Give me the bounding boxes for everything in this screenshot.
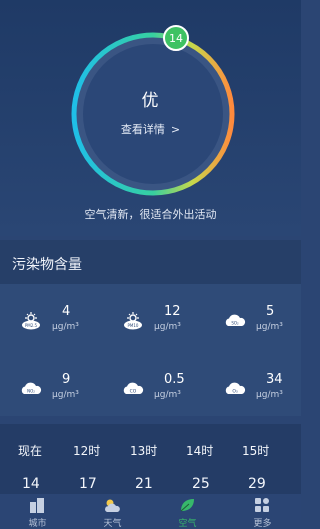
pollutant-pm10[interactable]: PM10 12 μg/m³ xyxy=(102,302,202,342)
pm10-value: 12 xyxy=(164,304,181,319)
tab-air-label: 空气 xyxy=(178,519,197,529)
chevron-right-icon: > xyxy=(170,123,181,136)
pollutant-card: 污染物含量 PM2.5 4 μg/m³ PM10 12 μg/m³ SO₂ 5 … xyxy=(0,240,301,416)
so2-icon: SO₂ xyxy=(225,314,246,326)
svg-text:NO₂: NO₂ xyxy=(27,389,35,394)
so2-unit: μg/m³ xyxy=(256,322,283,332)
so2-value: 5 xyxy=(266,304,275,319)
svg-text:PM10: PM10 xyxy=(128,323,139,328)
pm10-icon: PM10 xyxy=(124,312,142,330)
o3-value: 34 xyxy=(266,372,283,387)
tab-air[interactable]: 空气 xyxy=(150,494,225,529)
hour-aqi-value: 14 xyxy=(22,476,40,492)
view-details-link[interactable]: 查看详情 > xyxy=(0,121,301,137)
tab-city-label: 城市 xyxy=(28,519,47,529)
view-details-label: 查看详情 xyxy=(120,123,165,136)
no2-value: 9 xyxy=(62,372,71,387)
co-value: 0.5 xyxy=(164,372,185,387)
hour-label: 15时 xyxy=(242,444,270,458)
pollutant-o3[interactable]: O₃ 34 μg/m³ xyxy=(204,370,304,410)
weather-icon xyxy=(105,499,120,512)
aqi-header: 14 优 查看详情 > 空气清新，很适合外出活动 xyxy=(0,0,301,236)
tab-weather-label: 天气 xyxy=(103,519,122,529)
aqi-level: 优 xyxy=(141,91,160,111)
svg-text:O₃: O₃ xyxy=(232,389,238,395)
city-icon xyxy=(30,498,44,513)
bottom-tab-bar: 城市 天气 空气 更多 xyxy=(0,494,301,529)
hour-aqi-value: 21 xyxy=(135,476,153,492)
svg-text:PM2.5: PM2.5 xyxy=(25,323,38,328)
pm25-value: 4 xyxy=(62,304,71,319)
co-unit: μg/m³ xyxy=(154,390,181,400)
hour-label: 13时 xyxy=(130,444,158,458)
no2-unit: μg/m³ xyxy=(52,390,79,400)
co-icon: CO xyxy=(123,382,144,395)
pollutant-card-header: 污染物含量 xyxy=(0,240,301,284)
pollutant-pm25[interactable]: PM2.5 4 μg/m³ xyxy=(0,302,100,342)
o3-icon: O₃ xyxy=(225,382,246,395)
svg-text:SO₂: SO₂ xyxy=(231,321,239,326)
hourly-forecast[interactable]: 现在 12时 13时 14时 15时 14 17 21 25 29 xyxy=(0,424,301,494)
aqi-gauge xyxy=(71,32,235,196)
pollutant-co[interactable]: CO 0.5 μg/m³ xyxy=(102,370,202,410)
no2-icon: NO₂ xyxy=(21,382,42,394)
pollutant-so2[interactable]: SO₂ 5 μg/m³ xyxy=(204,302,304,342)
air-quality-tip: 空气清新，很适合外出活动 xyxy=(84,208,217,221)
tab-weather[interactable]: 天气 xyxy=(75,494,150,529)
hour-label: 现在 xyxy=(18,444,43,458)
pm10-unit: μg/m³ xyxy=(154,322,181,332)
tab-more-label: 更多 xyxy=(253,519,272,529)
leaf-icon xyxy=(180,499,194,512)
pollutant-no2[interactable]: NO₂ 9 μg/m³ xyxy=(0,370,100,410)
hour-label: 12时 xyxy=(73,444,101,458)
svg-text:CO: CO xyxy=(130,389,137,395)
o3-unit: μg/m³ xyxy=(256,390,283,400)
tab-more[interactable]: 更多 xyxy=(225,494,300,529)
hour-aqi-value: 25 xyxy=(192,476,210,492)
pollutant-card-title: 污染物含量 xyxy=(12,257,82,273)
hour-aqi-value: 17 xyxy=(79,476,97,492)
pm25-icon: PM2.5 xyxy=(22,312,40,330)
hour-aqi-value: 29 xyxy=(248,476,266,492)
more-icon xyxy=(255,498,269,512)
aqi-value-badge: 14 xyxy=(163,25,189,51)
pm25-unit: μg/m³ xyxy=(52,322,79,332)
hour-label: 14时 xyxy=(186,444,214,458)
tab-city[interactable]: 城市 xyxy=(0,494,75,529)
